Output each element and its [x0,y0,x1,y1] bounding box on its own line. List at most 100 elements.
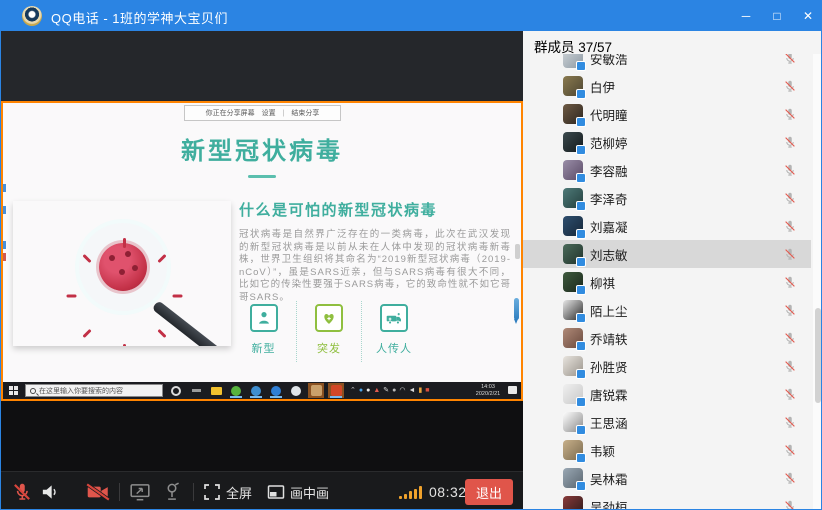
avatar [563,412,583,432]
flag-tray-icon: ■ [425,387,429,394]
mic-muted-icon[interactable] [783,331,797,345]
presenter-button[interactable] [161,472,183,510]
sidebar-scrollbar-thumb[interactable] [815,308,821,403]
mic-muted-icon[interactable] [783,275,797,289]
pen-tray-icon: ✎ [383,387,389,394]
member-row[interactable]: 柳祺 [523,268,811,296]
share-stop-text: 结束分享 [291,108,319,118]
window-title: QQ电话 - 1班的学神大宝贝们 [51,8,228,27]
task-view-icon [188,383,204,398]
call-stage: 你正在分享屏幕 设置 | 结束分享 新型冠状病毒 [1,31,523,510]
minimize-button[interactable]: ─ [732,1,760,31]
member-name: 柳祺 [590,273,615,292]
mic-muted-icon[interactable] [783,191,797,205]
taskbar-search-box: 在这里输入你要搜索的内容 [25,384,163,397]
member-row[interactable]: 李容融 [523,156,811,184]
member-row[interactable]: 白伊 [523,72,811,100]
edge-marker [3,241,6,249]
edge-marker [3,184,6,192]
cortana-icon [168,383,184,398]
avatar [563,468,583,488]
member-name: 陌上尘 [590,301,628,320]
avatar [563,188,583,208]
mic-muted-icon[interactable] [783,415,797,429]
screen-share-button[interactable] [129,472,151,510]
mic-muted-icon[interactable] [783,359,797,373]
mic-muted-button[interactable] [11,472,33,510]
member-row[interactable]: 吴劲桓 [523,492,811,510]
avatar [563,300,583,320]
member-name: 安敏浩 [590,54,628,68]
mic-muted-icon[interactable] [783,219,797,233]
feature-label: 人传人 [376,340,412,356]
pip-label: 画中画 [290,483,329,502]
taskbar-clock: 14:03 2020/2/21 [469,384,507,397]
shared-taskbar: 在这里输入你要搜索的内容 ⌃●●▲✎●◠◄▮■ 14:03 2020/2/21 [3,382,521,399]
mic-muted-icon[interactable] [783,163,797,177]
slide-body-text: 冠状病毒是自然界广泛存在的一类病毒，此次在武汉发现的新型冠状病毒是以前从未在人体… [239,229,511,304]
slide-title: 新型冠状病毒 [3,131,521,166]
avatar [563,440,583,460]
member-name: 乔靖轶 [590,329,628,348]
clock-date: 2020/2/21 [469,391,507,398]
member-name: 唐锐霖 [590,385,628,404]
pip-button[interactable]: 画中画 [267,472,329,510]
mic-muted-icon[interactable] [783,499,797,510]
pointer-marker [514,298,519,320]
avatar [563,132,583,152]
search-icon [30,388,36,394]
edge-marker [3,253,6,261]
letterbox [1,401,523,471]
feature-outbreak: 突发 [296,301,361,362]
mic-muted-icon[interactable] [783,471,797,485]
touch-keyboard-icon [508,386,517,394]
call-timer: 08:32 [429,484,467,500]
mic-muted-icon[interactable] [783,303,797,317]
mic-muted-icon[interactable] [783,107,797,121]
screen-record-icon [308,383,324,398]
member-row[interactable]: 刘志敏 [523,240,811,268]
member-row[interactable]: 孙胜贤 [523,352,811,380]
avatar [563,328,583,348]
person-icon [250,304,278,332]
avatar [563,54,583,68]
volume-tray-icon: ◄ [409,387,416,394]
member-name: 刘志敏 [590,245,628,264]
fullscreen-button[interactable]: 全屏 [203,472,252,510]
member-row[interactable]: 王思涵 [523,408,811,436]
mic-muted-icon[interactable] [783,135,797,149]
maximize-button[interactable]: □ [763,1,791,31]
close-button[interactable]: ✕ [794,1,822,31]
member-name: 范柳婷 [590,133,628,152]
speaker-button[interactable] [39,472,61,510]
feature-transmission: 人传人 [361,301,426,362]
member-row[interactable]: 陌上尘 [523,296,811,324]
member-name: 孙胜贤 [590,357,628,376]
avatar [563,216,583,236]
qq-logo-icon [22,6,42,26]
feature-new: 新型 [231,301,296,362]
mic-muted-icon[interactable] [783,54,797,65]
taskbar-search-placeholder: 在这里输入你要搜索的内容 [39,386,123,396]
member-row[interactable]: 范柳婷 [523,128,811,156]
mic-muted-icon[interactable] [783,443,797,457]
member-row[interactable]: 吴林霜 [523,464,811,492]
mic-muted-icon[interactable] [783,79,797,93]
sidebar-scrollbar[interactable] [813,54,822,510]
mic-muted-icon[interactable] [783,387,797,401]
exit-button[interactable]: 退出 [465,479,513,505]
member-row[interactable]: 安敏浩 [523,54,811,72]
shared-screen: 你正在分享屏幕 设置 | 结束分享 新型冠状病毒 [1,101,523,401]
virus-illustration [99,243,147,291]
member-row[interactable]: 代明瞳 [523,100,811,128]
member-row[interactable]: 刘嘉凝 [523,212,811,240]
camera-off-button[interactable] [85,472,111,510]
avatar [563,160,583,180]
member-row[interactable]: 乔靖轶 [523,324,811,352]
mic-muted-icon[interactable] [783,247,797,261]
titlebar[interactable]: QQ电话 - 1班的学神大宝贝们 ─ □ ✕ [1,1,822,31]
member-row[interactable]: 唐锐霖 [523,380,811,408]
virus-photo [13,201,231,346]
member-row[interactable]: 李泽奇 [523,184,811,212]
member-row[interactable]: 韦颖 [523,436,811,464]
